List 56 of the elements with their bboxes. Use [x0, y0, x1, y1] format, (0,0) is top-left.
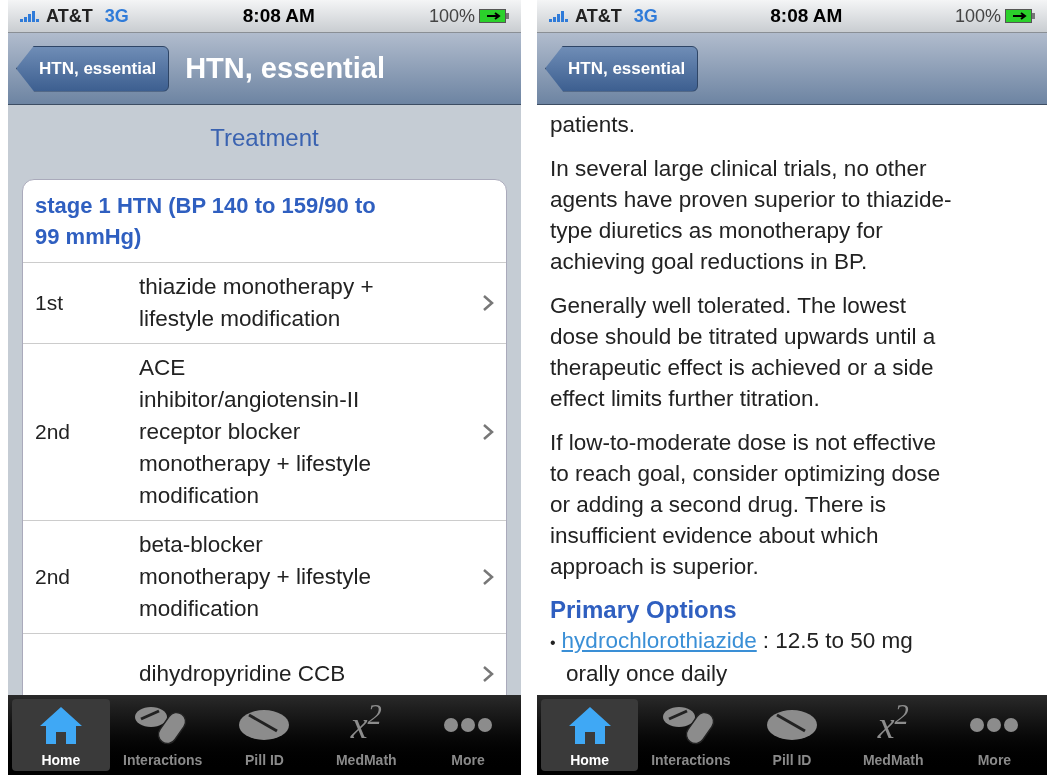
clock-label: 8:08 AM [242, 3, 315, 28]
signal-icon [20, 10, 42, 22]
screen-title: HTN, essential [185, 50, 385, 86]
group-title: stage 1 HTN (BP 140 to 159/90 to 99 mmHg) [35, 192, 377, 251]
tab[interactable]: More [945, 699, 1043, 771]
more-icon [443, 717, 494, 733]
tab[interactable]: Interactions [113, 699, 212, 771]
tab[interactable]: More [419, 699, 517, 771]
back-button[interactable]: HTN, essential [16, 45, 170, 92]
dose-text: : 12.5 to 50 mg [762, 627, 913, 655]
row-text: dihydropyridine CCB [139, 659, 347, 688]
formula-icon: x$^{2}$ [877, 705, 909, 745]
signal-icon [549, 10, 571, 22]
rank-label: 2nd [35, 565, 71, 589]
list-row[interactable]: 2nd beta-blocker monotherapy + lifestyle modification [23, 521, 506, 634]
row-text: ACE inhibitor/angiotensin-II receptor blocker monotherapy + lifestyle modification [139, 354, 372, 510]
tab[interactable]: Interactions [642, 699, 740, 771]
battery-label: 100% [428, 4, 475, 28]
row-text: beta-blocker monotherapy + lifestyle modification [139, 531, 372, 623]
battery-icon [1005, 9, 1035, 23]
formula-icon: x$^{2}$ [350, 705, 382, 745]
chevron-icon [482, 568, 494, 586]
chevron-icon [482, 294, 494, 312]
chevron-icon [482, 664, 494, 683]
tab[interactable]: Pill ID [215, 699, 314, 771]
section-header: Treatment [210, 123, 319, 153]
row-text: thiazide monotherapy + lifestyle modification [139, 273, 375, 333]
list-row[interactable]: 2nd ACE inhibitor/angiotensin-II receptor blocker monotherapy + lifestyle modification [23, 344, 506, 521]
tab[interactable]: x$^{2}$ MedMath [317, 699, 416, 771]
carrier-label: AT&T [46, 4, 93, 28]
list-row[interactable]: 1st thiazide monotherapy + lifestyle modification [23, 263, 506, 344]
rank-label: 2nd [35, 420, 71, 444]
tab[interactable]: Pill ID [743, 699, 841, 771]
rank-label: 1st [35, 291, 63, 315]
pill-icon [237, 707, 292, 743]
dose-text: orally once daily [565, 660, 729, 688]
pill-icon [765, 707, 819, 743]
body-paragraph: Generally well tolerated. The lowest dose should be titrated upwards until a therapeutic effect is achieved or a side effect limits further titration. [550, 292, 937, 413]
network-label: 3G [633, 4, 658, 28]
network-label: 3G [104, 4, 129, 28]
battery-label: 100% [954, 4, 1001, 28]
chevron-icon [482, 423, 494, 441]
back-button[interactable]: HTN, essential [545, 45, 699, 92]
tab[interactable]: Home [12, 699, 110, 771]
battery-icon [479, 9, 509, 23]
tab[interactable]: x$^{2}$ MedMath [844, 699, 942, 771]
bullet: • [550, 633, 556, 653]
body-paragraph: patients. [550, 111, 637, 139]
more-icon [969, 717, 1020, 733]
options-heading: Primary Options [550, 595, 738, 625]
clock-label: 8:08 AM [770, 3, 843, 28]
drug-link[interactable]: hydrochlorothiazide [561, 625, 757, 656]
body-paragraph: In several large clinical trials, no other agents have proven superior to thiazide- type diuretics as monotherapy for achieving goal reductions in BP. [550, 155, 953, 276]
tab[interactable]: Home [541, 699, 639, 771]
body-paragraph: If low-to-moderate dose is not effective to reach goal, consider optimizing dose or adding a second drug. There is insufficient evidence about which approach is superior. [550, 429, 942, 581]
carrier-label: AT&T [575, 4, 622, 28]
